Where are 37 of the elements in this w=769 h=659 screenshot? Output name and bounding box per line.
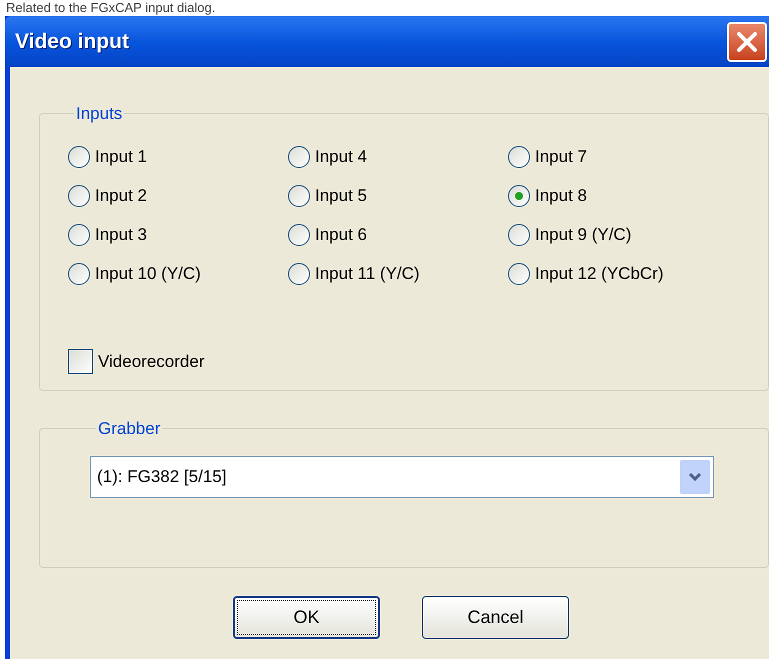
radio-option[interactable]: Input 8	[508, 184, 728, 208]
radio-button[interactable]	[288, 185, 310, 207]
dialog-button[interactable]: Cancel	[422, 596, 569, 639]
group-label: Grabber	[97, 418, 162, 440]
caption: Related to the FGxCAP input dialog.	[5, 0, 216, 16]
radio-option[interactable]: Input 10 (Y/C)	[68, 262, 288, 286]
radio-button[interactable]	[508, 146, 530, 168]
dialog-button[interactable]: OK	[233, 596, 380, 639]
radio-button[interactable]	[288, 263, 310, 285]
radio-option[interactable]: Input 3	[68, 222, 288, 248]
radio-button[interactable]	[508, 263, 530, 285]
radio-button[interactable]	[508, 224, 530, 246]
videorecorder-checkbox[interactable]: Videorecorder	[68, 348, 204, 374]
grabber-dropdown[interactable]: (1): FG382 [5/15]	[90, 456, 714, 498]
radio-button[interactable]	[68, 185, 90, 207]
radio-option[interactable]: Input 5	[288, 184, 508, 208]
radio-button[interactable]	[508, 185, 530, 207]
dropdown-button[interactable]	[680, 460, 710, 494]
radio-button[interactable]	[288, 224, 310, 246]
radio-option[interactable]: Input 9 (Y/C)	[508, 222, 728, 248]
window-title: Video input	[15, 28, 129, 55]
radio-button[interactable]	[68, 224, 90, 246]
close-icon	[736, 30, 758, 52]
radio-option[interactable]: Input 7	[508, 144, 728, 170]
radio-option[interactable]: Input 11 (Y/C)	[288, 262, 508, 286]
radio-button[interactable]	[68, 263, 90, 285]
radio-option[interactable]: Input 6	[288, 222, 508, 248]
chevron-down-icon	[688, 472, 702, 482]
radio-option[interactable]: Input 1	[68, 144, 288, 170]
group-label: Inputs	[75, 103, 124, 125]
radio-button[interactable]	[68, 146, 90, 168]
radio-option[interactable]: Input 4	[288, 144, 508, 170]
radio-option[interactable]: Input 12 (YCbCr)	[508, 262, 728, 286]
radio-button[interactable]	[288, 146, 310, 168]
close-button[interactable]	[727, 22, 767, 62]
radio-option[interactable]: Input 2	[68, 184, 288, 208]
checkbox[interactable]	[68, 348, 93, 374]
